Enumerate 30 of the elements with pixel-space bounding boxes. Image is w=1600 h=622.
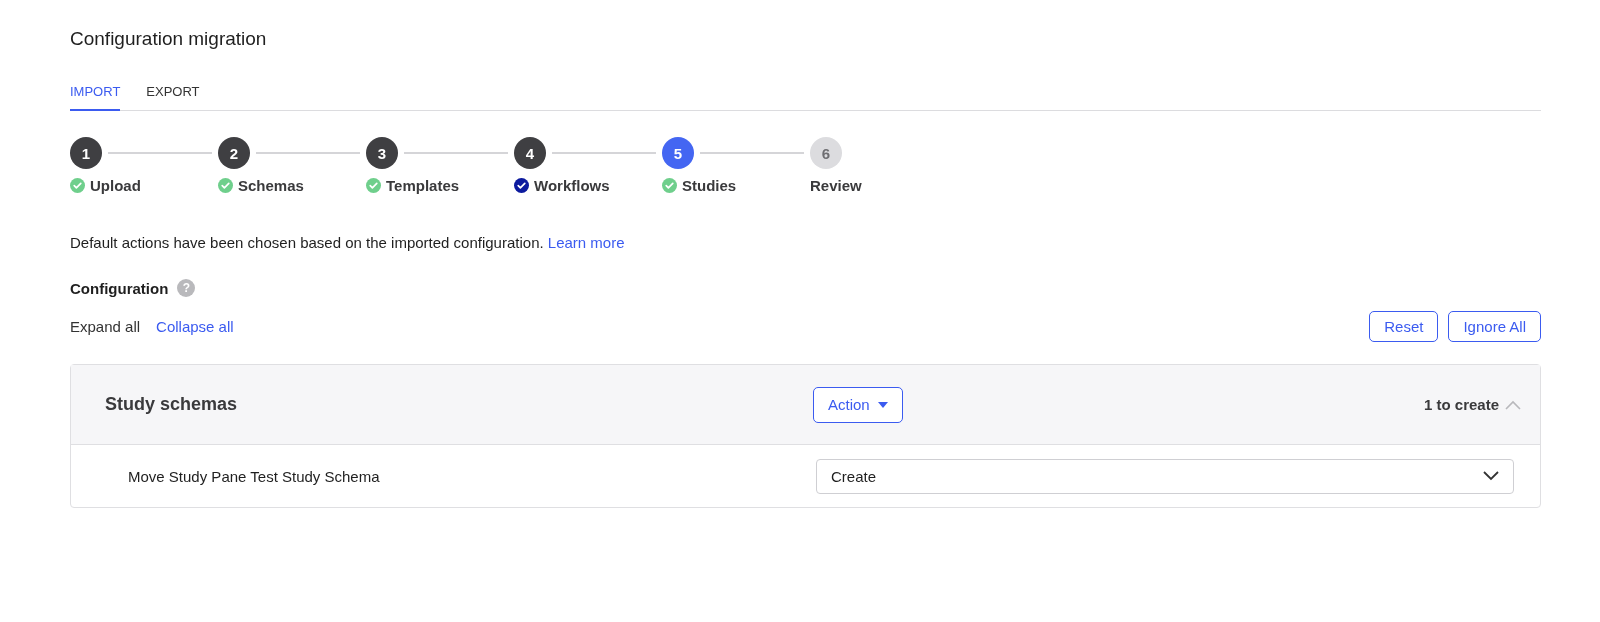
step-number[interactable]: 3: [366, 137, 398, 169]
action-select[interactable]: Create: [816, 458, 1514, 494]
section-title: Study schemas: [105, 394, 239, 415]
tab[interactable]: EXPORT: [146, 84, 200, 111]
chevron-down-icon: [1483, 471, 1499, 481]
configuration-heading: Configuration: [70, 279, 169, 297]
step-number[interactable]: 5: [662, 137, 694, 169]
step-label: Review: [810, 177, 862, 194]
learn-more-link[interactable]: Learn more: [547, 234, 625, 251]
schema-name: Move Study Pane Test Study Schema: [128, 467, 381, 485]
outline-button[interactable]: Reset: [1369, 311, 1439, 342]
step-label: Templates: [386, 177, 460, 194]
collapse-chevron-icon[interactable]: [1505, 399, 1521, 410]
step-number[interactable]: 1: [70, 137, 102, 169]
step-label: Schemas: [238, 177, 304, 194]
step-number[interactable]: 2: [218, 137, 250, 169]
expand-all-link[interactable]: Expand all: [70, 318, 141, 335]
caret-icon: [877, 401, 888, 408]
collapse-all-link[interactable]: Collapse all: [156, 318, 234, 335]
step-number[interactable]: 6: [810, 137, 842, 169]
create-count: 1 to create: [1423, 396, 1499, 413]
intro-text: Default actions have been chosen based on the imported configuration. Learn more: [70, 234, 626, 251]
step-label: Studies: [682, 177, 737, 194]
tab[interactable]: IMPORT: [70, 84, 121, 111]
step-number[interactable]: 4: [514, 137, 546, 169]
step-label: Upload: [90, 177, 141, 194]
outline-button[interactable]: Ignore All: [1448, 311, 1541, 342]
step-label: Workflows: [534, 177, 610, 194]
page-title: Configuration migration: [70, 28, 268, 50]
action-dropdown-button[interactable]: Action: [813, 386, 903, 423]
